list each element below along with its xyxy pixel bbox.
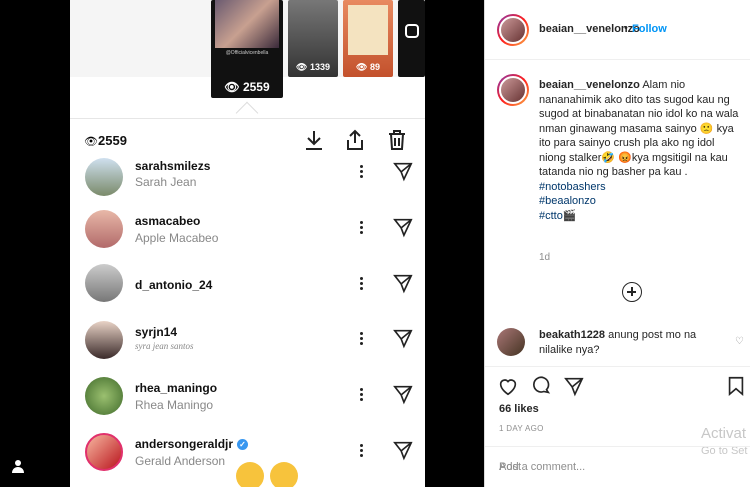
post-header: beaian__venelonzo • Follow bbox=[485, 0, 750, 60]
avatar bbox=[85, 377, 123, 415]
likes-count[interactable]: 66 likes bbox=[499, 403, 539, 415]
thumb-views-1: 1339 bbox=[309, 62, 330, 72]
send-icon[interactable] bbox=[392, 272, 414, 294]
post-photo: @Officialvicenbella 👁 2559 👁 1339 👁 89 👁… bbox=[70, 0, 425, 487]
send-icon[interactable] bbox=[392, 439, 414, 461]
viewer-row[interactable]: rhea_maningo Rhea Maningo bbox=[70, 375, 425, 431]
eye-roll-emoji-icon bbox=[270, 462, 298, 487]
send-icon[interactable] bbox=[392, 383, 414, 405]
separator-dot: • bbox=[624, 22, 628, 34]
trash-icon[interactable] bbox=[385, 128, 409, 152]
viewer-list: sarahsmilezs Sarah Jean asmacabeo Apple … bbox=[70, 155, 425, 487]
viewer-fullname: syra jean santos bbox=[135, 341, 194, 351]
bookmark-icon[interactable] bbox=[725, 375, 747, 397]
post-date: 1 DAY AGO bbox=[499, 424, 544, 433]
story-thumb-2[interactable]: 👁 1339 bbox=[288, 0, 338, 77]
poster-image bbox=[348, 5, 388, 55]
comment-text: beakath1228 anung post mo na nilalike ny… bbox=[539, 328, 719, 357]
viewer-fullname: Gerald Anderson bbox=[135, 454, 226, 468]
story-strip: @Officialvicenbella 👁 2559 👁 1339 👁 89 bbox=[70, 0, 425, 98]
viewer-username: syrjn14 bbox=[135, 325, 178, 339]
send-icon[interactable] bbox=[392, 160, 414, 182]
viewer-username: asmacabeo bbox=[135, 214, 201, 228]
story-thumb-main[interactable]: @Officialvicenbella 👁 2559 bbox=[211, 0, 283, 98]
story-image bbox=[215, 0, 279, 48]
camera-icon bbox=[405, 24, 419, 38]
screen: @Officialvicenbella 👁 2559 👁 1339 👁 89 👁… bbox=[0, 0, 750, 487]
more-icon[interactable] bbox=[358, 387, 364, 403]
comment-username[interactable]: beakath1228 bbox=[539, 329, 605, 341]
viewer-username: d_antonio_24 bbox=[135, 278, 213, 292]
viewer-row[interactable]: asmacabeo Apple Macabeo bbox=[70, 208, 425, 264]
caption-body: Alam nio nananahimik ako dito tas sugod … bbox=[539, 79, 739, 178]
verified-icon: ✓ bbox=[237, 439, 249, 451]
share-icon[interactable] bbox=[563, 375, 585, 397]
avatar bbox=[85, 433, 123, 471]
thumb-views-2: 89 bbox=[369, 62, 380, 72]
avatar bbox=[85, 158, 123, 196]
hashtag-link[interactable]: #beaalonzo bbox=[539, 194, 744, 209]
more-icon[interactable] bbox=[358, 276, 364, 292]
hashtag-link[interactable]: #ctto🎬 bbox=[539, 209, 744, 224]
viewer-username: andersongeraldjr ✓ bbox=[135, 437, 249, 451]
eye-icon: 👁 bbox=[84, 136, 98, 148]
share-icon[interactable] bbox=[343, 128, 367, 152]
story-thumb-3[interactable]: 👁 89 bbox=[343, 0, 393, 77]
post-button[interactable]: Post bbox=[499, 461, 521, 473]
viewer-row[interactable]: d_antonio_24 bbox=[70, 264, 425, 320]
story-views: 👁 2559 bbox=[224, 80, 270, 94]
story-subtitle: @Officialvicenbella bbox=[225, 50, 269, 56]
viewer-username: rhea_maningo bbox=[135, 381, 218, 395]
story-views-count: 2559 bbox=[242, 80, 270, 94]
hashtag-link[interactable]: #notobashers bbox=[539, 180, 744, 195]
viewer-row[interactable]: sarahsmilezs Sarah Jean bbox=[70, 155, 425, 211]
viewer-fullname: Apple Macabeo bbox=[135, 231, 219, 245]
viewer-fullname: Sarah Jean bbox=[135, 175, 197, 189]
more-icon[interactable] bbox=[358, 331, 364, 347]
viewers-count: 2559 bbox=[98, 133, 127, 148]
avatar[interactable] bbox=[497, 328, 525, 356]
more-icon[interactable] bbox=[358, 443, 364, 459]
comment-icon[interactable] bbox=[530, 375, 552, 397]
viewer-username-text: andersongeraldjr bbox=[135, 437, 234, 451]
caption-username[interactable]: beaian__venelonzo bbox=[539, 79, 640, 91]
person-icon[interactable] bbox=[11, 459, 25, 473]
heart-icon[interactable]: ♡ bbox=[735, 336, 744, 347]
more-icon[interactable] bbox=[358, 220, 364, 236]
avatar[interactable] bbox=[497, 14, 529, 46]
viewer-username: sarahsmilezs bbox=[135, 159, 211, 173]
caption-text: beaian__venelonzo Alam nio nananahimik a… bbox=[539, 78, 744, 223]
load-more-icon[interactable] bbox=[622, 282, 642, 302]
camera-thumb[interactable] bbox=[398, 0, 425, 77]
more-icon[interactable] bbox=[358, 164, 364, 180]
story-thumb-views: 👁 89 bbox=[356, 62, 380, 72]
post-panel: beaian__venelonzo • Follow beaian__venel… bbox=[484, 0, 750, 487]
avatar bbox=[85, 264, 123, 302]
follow-button[interactable]: Follow bbox=[632, 23, 667, 35]
viewer-fullname: Rhea Maningo bbox=[135, 398, 214, 412]
grinning-emoji-icon bbox=[236, 462, 264, 487]
send-icon[interactable] bbox=[392, 216, 414, 238]
caption-time: 1d bbox=[539, 252, 551, 263]
avatar[interactable] bbox=[497, 74, 529, 106]
viewer-row[interactable]: syrjn14 syra jean santos bbox=[70, 319, 425, 375]
heart-icon[interactable] bbox=[497, 375, 519, 397]
action-bar bbox=[485, 366, 750, 426]
send-icon[interactable] bbox=[392, 327, 414, 349]
windows-activate-text: Activat bbox=[701, 425, 747, 442]
avatar bbox=[85, 321, 123, 359]
story-thumb-views: 👁 1339 bbox=[296, 62, 330, 72]
avatar bbox=[85, 210, 123, 248]
download-icon[interactable] bbox=[302, 128, 326, 152]
add-comment-bar: Add a comment... Post bbox=[485, 446, 750, 487]
